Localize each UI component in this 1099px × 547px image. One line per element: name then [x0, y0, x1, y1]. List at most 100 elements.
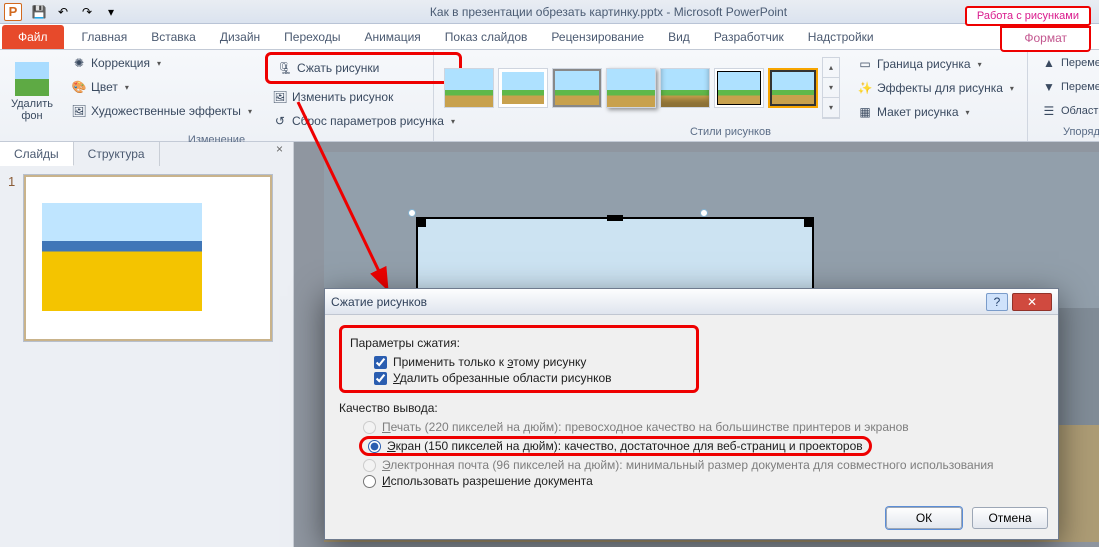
slide-number: 1: [8, 174, 20, 189]
delete-cropped-checkbox-row[interactable]: Удалить обрезанные области рисунков: [350, 370, 688, 386]
border-icon: ▭: [857, 56, 873, 72]
tab-transitions[interactable]: Переходы: [272, 25, 352, 49]
picture-effects-button[interactable]: ✨Эффекты для рисунка: [850, 77, 1021, 99]
quality-print-radio: [363, 421, 376, 434]
quality-document-radio[interactable]: [363, 475, 376, 488]
effects-icon: ✨: [857, 80, 873, 96]
close-pane-button[interactable]: ×: [266, 142, 293, 166]
artistic-icon: 🖼: [71, 103, 87, 119]
forward-icon: ▲: [1041, 55, 1057, 71]
remove-bg-label: Удалить фон: [11, 98, 53, 122]
color-label: Цвет: [91, 80, 118, 94]
style-4[interactable]: [606, 68, 656, 108]
compression-options-section: Параметры сжатия: Применить только к это…: [339, 325, 699, 393]
compress-pictures-button[interactable]: 🗜 Сжать рисунки: [270, 57, 457, 79]
file-tab-label: Файл: [18, 30, 48, 44]
reset-picture-button[interactable]: ↺Сброс параметров рисунка: [265, 110, 462, 132]
tab-format[interactable]: Формат: [1000, 26, 1091, 52]
send-backward-button[interactable]: ▼Переместить н: [1034, 76, 1099, 98]
compress-icon: 🗜: [277, 60, 293, 76]
corrections-button[interactable]: ✺ Коррекция: [64, 52, 259, 74]
selection-label: Область выдел: [1061, 105, 1099, 117]
compression-options-title: Параметры сжатия:: [350, 336, 688, 350]
selection-handle[interactable]: [700, 209, 708, 217]
delete-cropped-checkbox[interactable]: [374, 372, 387, 385]
forward-label: Переместить вп: [1061, 57, 1099, 69]
ribbon: Удалить фон ✺ Коррекция 🎨Цвет 🖼 Художестве…: [0, 50, 1099, 142]
picture-styles-gallery: ▴▾▾: [440, 53, 844, 123]
style-2[interactable]: [498, 68, 548, 108]
crop-handle-ne[interactable]: [804, 217, 814, 227]
tab-review[interactable]: Рецензирование: [539, 25, 656, 49]
ok-button[interactable]: ОК: [886, 507, 962, 529]
tab-outline[interactable]: Структура: [74, 142, 160, 166]
tab-format-label: Формат: [1024, 31, 1067, 45]
picture-layout-button[interactable]: ▦Макет рисунка: [850, 101, 1021, 123]
style-1[interactable]: [444, 68, 494, 108]
tab-view[interactable]: Вид: [656, 25, 702, 49]
slide-thumbnail-1[interactable]: [23, 174, 273, 342]
quality-email-row[interactable]: Электронная почта (96 пикселей на дюйм):…: [339, 457, 1044, 473]
border-label: Граница рисунка: [877, 57, 971, 71]
thumbnail-image: [42, 203, 202, 311]
picture-border-button[interactable]: ▭ Граница рисунка: [850, 53, 1021, 75]
cancel-button[interactable]: Отмена: [972, 507, 1048, 529]
layout-label: Макет рисунка: [877, 105, 959, 119]
quality-document-row[interactable]: Использовать разрешение документа: [339, 473, 1044, 489]
quality-print-row[interactable]: Печать (220 пикселей на дюйм): превосход…: [339, 419, 1044, 435]
quality-email-radio: [363, 459, 376, 472]
corrections-label: Коррекция: [91, 56, 150, 70]
group-arrange-label: Упоряд: [1034, 124, 1099, 141]
compress-label: Сжать рисунки: [297, 61, 379, 75]
dialog-help-button[interactable]: ?: [986, 293, 1008, 311]
tab-animations[interactable]: Анимация: [352, 25, 432, 49]
apply-only-checkbox[interactable]: [374, 356, 387, 369]
corrections-icon: ✺: [71, 55, 87, 71]
quality-screen-radio[interactable]: [368, 440, 381, 453]
gallery-more-button[interactable]: ▴▾▾: [822, 57, 840, 119]
artistic-label: Художественные эффекты: [91, 104, 241, 118]
apply-only-checkbox-row[interactable]: Применить только к этому рисунку: [350, 354, 688, 370]
redo-icon[interactable]: ↷: [76, 2, 98, 22]
document-title: Как в презентации обрезать картинку.pptx…: [122, 5, 1095, 19]
file-tab[interactable]: Файл: [2, 25, 64, 49]
tool-context-label: Работа с рисунками: [965, 6, 1091, 26]
crop-handle-n[interactable]: [607, 215, 623, 221]
tab-home[interactable]: Главная: [70, 25, 140, 49]
title-bar: P 💾 ↶ ↷ ▾ Как в презентации обрезать кар…: [0, 0, 1099, 24]
save-icon[interactable]: 💾: [28, 2, 50, 22]
artistic-effects-button[interactable]: 🖼 Художественные эффекты: [64, 100, 259, 122]
style-3[interactable]: [552, 68, 602, 108]
style-7[interactable]: [768, 68, 818, 108]
selection-pane-button[interactable]: ☰Область выдел: [1034, 100, 1099, 122]
quality-print-label: Печать (220 пикселей на дюйм): превосход…: [382, 420, 909, 434]
quality-document-label: Использовать разрешение документа: [382, 474, 593, 488]
ribbon-tabs: Файл Главная Вставка Дизайн Переходы Ани…: [0, 24, 1099, 50]
style-5[interactable]: [660, 68, 710, 108]
selection-handle[interactable]: [408, 209, 416, 217]
tab-design[interactable]: Дизайн: [208, 25, 272, 49]
undo-icon[interactable]: ↶: [52, 2, 74, 22]
change-picture-icon: 🖼: [272, 89, 288, 105]
quality-email-label: Электронная почта (96 пикселей на дюйм):…: [382, 458, 994, 472]
tab-slideshow[interactable]: Показ слайдов: [433, 25, 540, 49]
tab-addins[interactable]: Надстройки: [796, 25, 886, 49]
qat-more-icon[interactable]: ▾: [100, 2, 122, 22]
quality-screen-label: Экран (150 пикселей на дюйм): качество, …: [387, 439, 863, 453]
tab-insert[interactable]: Вставка: [139, 25, 208, 49]
tab-slides-thumbnails[interactable]: Слайды: [0, 142, 74, 166]
crop-handle-nw[interactable]: [416, 217, 426, 227]
change-picture-button[interactable]: 🖼Изменить рисунок: [265, 86, 462, 108]
reset-label: Сброс параметров рисунка: [292, 114, 444, 128]
tab-developer[interactable]: Разработчик: [702, 25, 796, 49]
dialog-close-button[interactable]: ✕: [1012, 293, 1052, 311]
dialog-title-bar[interactable]: Сжатие рисунков ? ✕: [325, 289, 1058, 315]
powerpoint-icon: P: [4, 3, 22, 21]
bring-forward-button[interactable]: ▲ Переместить вп: [1034, 52, 1099, 74]
color-button[interactable]: 🎨Цвет: [64, 76, 259, 98]
remove-background-button[interactable]: Удалить фон: [6, 52, 58, 132]
group-styles-label: Стили рисунков: [440, 124, 1021, 141]
style-6[interactable]: [714, 68, 764, 108]
dialog-title: Сжатие рисунков: [331, 295, 427, 309]
compress-highlight: 🗜 Сжать рисунки: [265, 52, 462, 84]
